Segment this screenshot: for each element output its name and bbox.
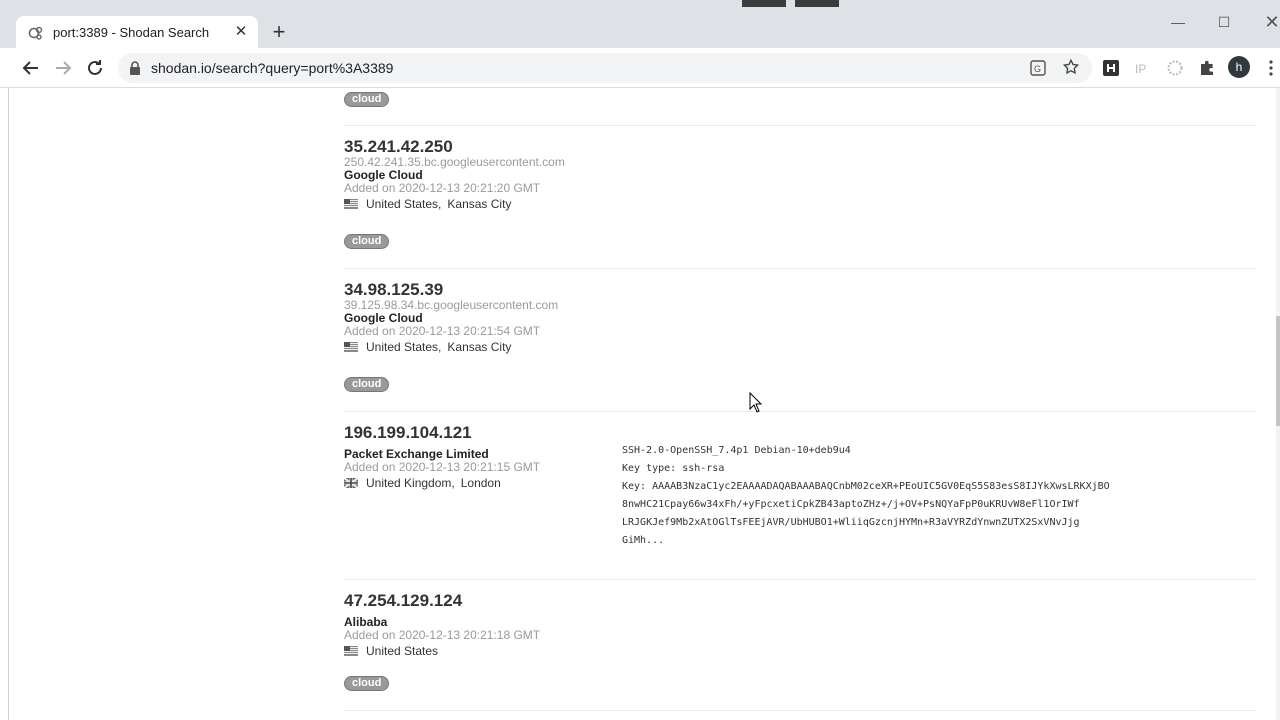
result-ip-link[interactable]: 47.254.129.124 (344, 592, 1244, 610)
new-tab-icon[interactable]: + (268, 21, 290, 44)
background-window-fragment (742, 0, 786, 7)
ip-extension-icon[interactable]: IP (1134, 59, 1152, 77)
result-divider (344, 411, 1256, 412)
cloud-tag[interactable]: cloud (344, 92, 390, 107)
ssh-banner: SSH-2.0-OpenSSH_7.4p1 Debian-10+deb9u4 Ke… (622, 442, 1142, 550)
banner-line: GiMh... (622, 535, 665, 546)
result-added-date: Added on 2020-12-13 20:21:18 GMT (344, 628, 541, 642)
maximize-icon[interactable]: ☐ (1212, 10, 1236, 34)
result-city[interactable]: Kansas City (447, 340, 511, 354)
minimize-icon[interactable]: — (1166, 10, 1190, 34)
browser-tab[interactable]: port:3389 - Shodan Search ✕ (16, 16, 258, 48)
forward-arrow-icon[interactable] (51, 56, 75, 80)
result-hostname: 250.42.241.35.bc.googleusercontent.com (344, 155, 565, 169)
window-left-edge (8, 88, 9, 720)
result-divider (344, 125, 1256, 126)
svg-text:G: G (1034, 64, 1041, 74)
us-flag-icon (344, 646, 358, 656)
result-hostname: 39.125.98.34.bc.googleusercontent.com (344, 298, 559, 312)
us-flag-icon (344, 342, 358, 352)
result-location: United States, Kansas City (344, 340, 1244, 354)
page-viewport: cloud 35.241.42.250 250.42.241.35.bc.goo… (0, 88, 1280, 720)
search-result: 35.241.42.250 250.42.241.35.bc.googleuse… (344, 138, 1244, 211)
lock-icon[interactable] (129, 61, 141, 75)
title-bar: port:3389 - Shodan Search ✕ + — ☐ ✕ (0, 0, 1280, 48)
result-location: United States, Kansas City (344, 197, 1244, 211)
result-ip-link[interactable]: 34.98.125.39 (344, 281, 1244, 299)
location-separator: , (438, 197, 442, 211)
result-ip-link[interactable]: 35.241.42.250 (344, 138, 1244, 156)
result-city[interactable]: London (461, 476, 501, 490)
result-org[interactable]: Google Cloud (344, 169, 1244, 181)
close-tab-icon[interactable]: ✕ (232, 23, 250, 41)
banner-line: LRJGKJef9Mb2xAtOGlTsFEEjAVR/UbHUBO1+Wlii… (622, 517, 1080, 528)
result-divider (344, 268, 1256, 269)
tab-title: port:3389 - Shodan Search (53, 25, 210, 40)
result-divider (344, 710, 1256, 711)
bookmark-star-icon[interactable] (1062, 58, 1080, 76)
result-ip-link[interactable]: 196.199.104.121 (344, 424, 1244, 442)
result-country[interactable]: United States (366, 340, 438, 354)
banner-line: SSH-2.0-OpenSSH_7.4p1 Debian-10+deb9u4 (622, 445, 851, 456)
reload-icon[interactable] (83, 56, 107, 80)
search-result: 34.98.125.39 39.125.98.34.bc.googleuserc… (344, 281, 1244, 354)
us-flag-icon (344, 199, 358, 209)
background-window-fragment (795, 0, 839, 7)
cloud-tag[interactable]: cloud (344, 676, 390, 691)
profile-avatar[interactable]: h (1228, 56, 1250, 78)
mouse-cursor-icon (749, 392, 763, 413)
result-divider (344, 579, 1256, 580)
banner-line: Key type: ssh-rsa (622, 463, 725, 474)
back-arrow-icon[interactable] (19, 56, 43, 80)
result-location: United States (344, 644, 1244, 658)
cloud-tag[interactable]: cloud (344, 234, 390, 249)
window-close-icon[interactable]: ✕ (1260, 10, 1280, 34)
result-country[interactable]: United States (366, 197, 438, 211)
banner-line: Key: AAAAB3NzaC1yc2EAAAADAQABAAABAQCnbM0… (622, 481, 1110, 492)
shodan-favicon-icon (28, 26, 43, 40)
location-separator: , (438, 340, 442, 354)
cloud-tag[interactable]: cloud (344, 377, 390, 392)
browser-chrome: port:3389 - Shodan Search ✕ + — ☐ ✕ shod… (0, 0, 1280, 88)
h-extension-icon[interactable] (1102, 59, 1120, 77)
result-country[interactable]: United States (366, 644, 438, 658)
location-separator: , (451, 476, 455, 490)
search-result: 47.254.129.124 Alibaba Added on 2020-12-… (344, 592, 1244, 658)
banner-line: 8nwHC21Cpay66w34xFh/+yFpcxetiCpkZB43apto… (622, 499, 1080, 510)
uk-flag-icon (344, 478, 358, 488)
page-scrollbar[interactable] (1276, 88, 1280, 720)
result-country[interactable]: United Kingdom (366, 476, 451, 490)
result-city[interactable]: Kansas City (447, 197, 511, 211)
more-menu-icon[interactable] (1265, 58, 1277, 78)
result-added-date: Added on 2020-12-13 20:21:54 GMT (344, 324, 541, 338)
result-added-date: Added on 2020-12-13 20:21:20 GMT (344, 181, 541, 195)
result-org[interactable]: Alibaba (344, 616, 1244, 628)
address-bar[interactable]: shodan.io/search?query=port%3A3389 G (118, 53, 1092, 83)
url-text[interactable]: shodan.io/search?query=port%3A3389 (151, 60, 393, 76)
scrollbar-thumb[interactable] (1276, 316, 1280, 426)
result-org[interactable]: Google Cloud (344, 312, 1244, 324)
circle-extension-icon[interactable] (1166, 59, 1184, 77)
svg-text:IP: IP (1135, 62, 1146, 76)
browser-toolbar: shodan.io/search?query=port%3A3389 G IP … (0, 48, 1280, 88)
translate-icon[interactable]: G (1030, 60, 1046, 76)
puzzle-icon[interactable] (1198, 59, 1216, 77)
